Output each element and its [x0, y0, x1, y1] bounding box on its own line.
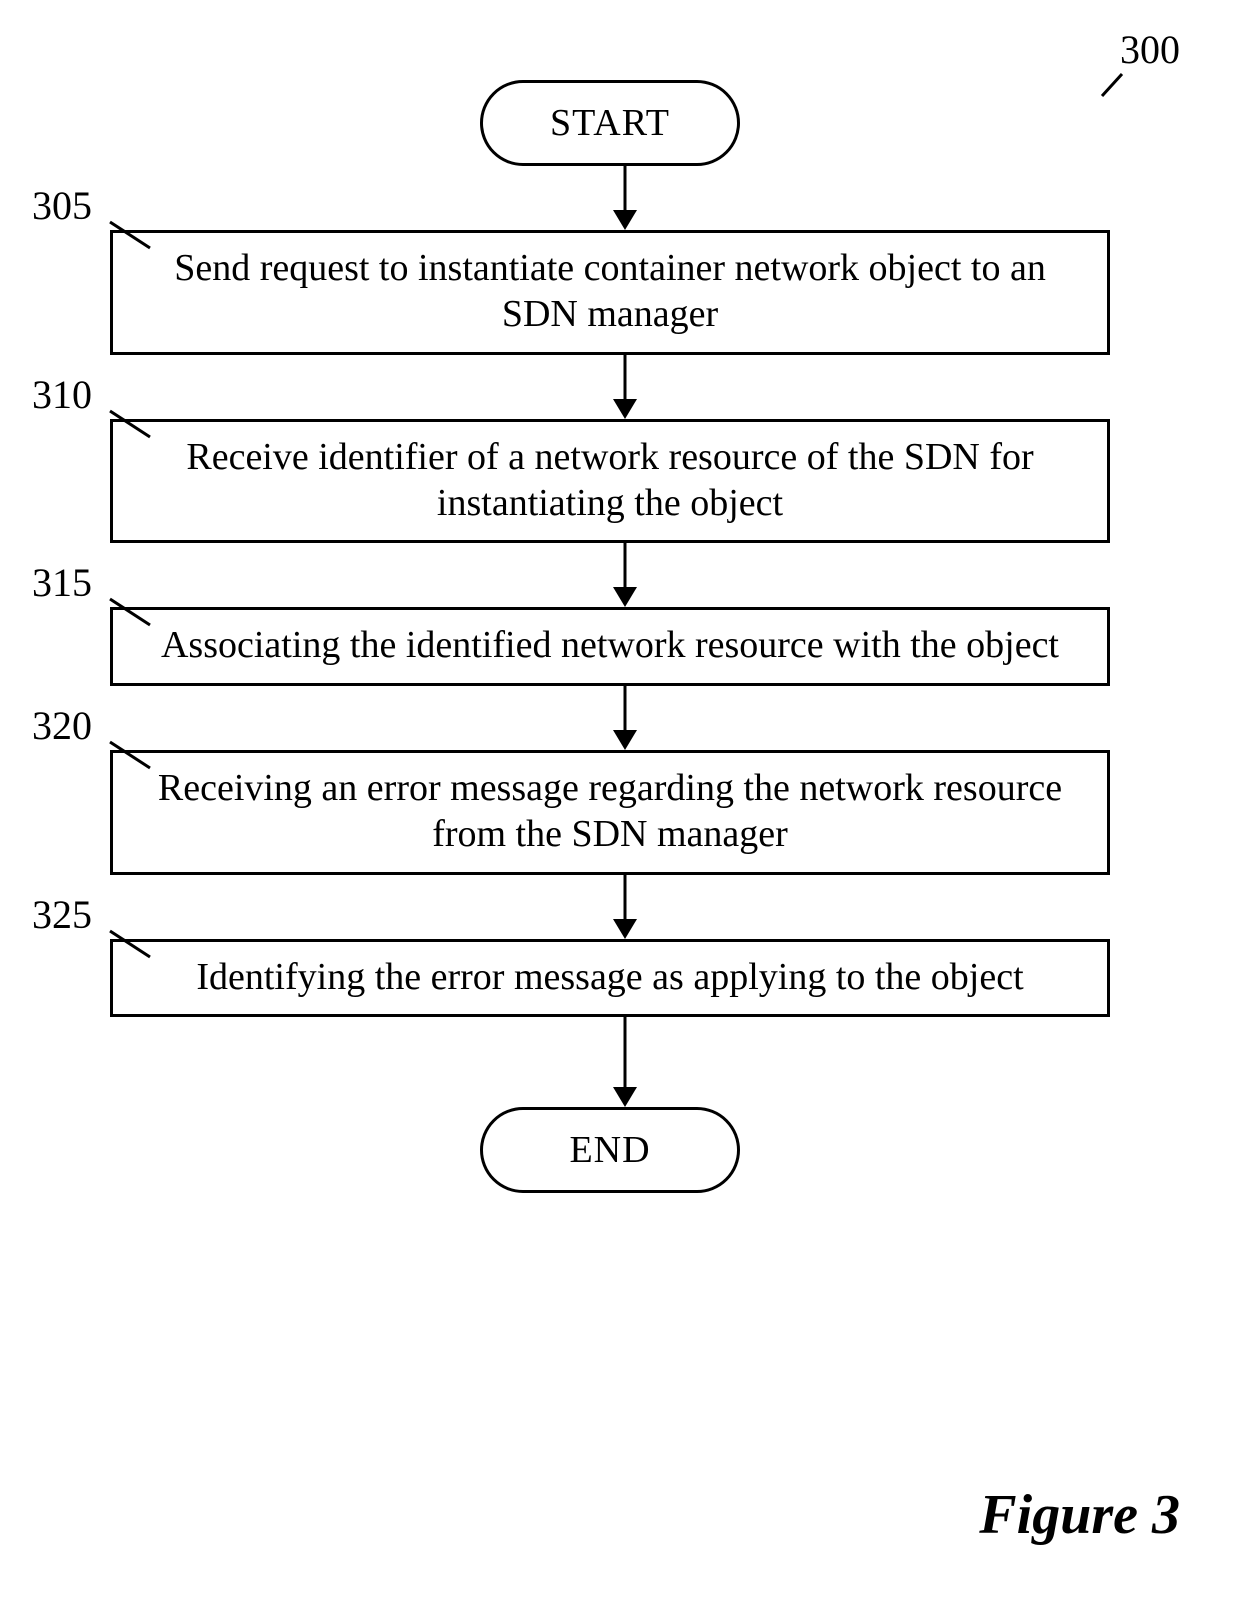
lead-line-icon — [108, 740, 152, 770]
step-315: 315 Associating the identified network r… — [60, 607, 1160, 685]
step-text: Receive identifier of a network resource… — [186, 436, 1033, 524]
flowchart: START 305 Send request to instantiate co… — [60, 80, 1160, 1193]
step-text: Associating the identified network resou… — [161, 624, 1059, 666]
process-box: Receive identifier of a network resource… — [110, 419, 1110, 544]
step-ref: 310 — [32, 371, 92, 418]
lead-line-icon — [108, 929, 152, 959]
step-305: 305 Send request to instantiate containe… — [60, 230, 1160, 355]
process-box: Associating the identified network resou… — [110, 607, 1110, 685]
figure-reference-number: 300 — [1120, 27, 1180, 72]
step-ref: 325 — [32, 891, 92, 938]
step-text: Receiving an error message regarding the… — [158, 767, 1062, 855]
step-ref: 305 — [32, 182, 92, 229]
lead-line-icon — [108, 597, 152, 627]
figure-reference: 300 — [1120, 26, 1180, 73]
process-box: Receiving an error message regarding the… — [110, 750, 1110, 875]
flowchart-figure: 300 START 305 Send request to instantiat… — [0, 0, 1240, 1621]
step-ref: 315 — [32, 559, 92, 606]
start-terminator: START — [480, 80, 740, 166]
process-box: Identifying the error message as applyin… — [110, 939, 1110, 1017]
process-box: Send request to instantiate container ne… — [110, 230, 1110, 355]
step-320: 320 Receiving an error message regarding… — [60, 750, 1160, 875]
end-terminator: END — [480, 1107, 740, 1193]
step-text: Send request to instantiate container ne… — [174, 247, 1046, 335]
figure-caption: Figure 3 — [979, 1483, 1180, 1547]
step-text: Identifying the error message as applyin… — [196, 956, 1023, 998]
lead-line-icon — [108, 220, 152, 250]
step-ref: 320 — [32, 702, 92, 749]
end-label: END — [569, 1128, 650, 1172]
start-label: START — [550, 101, 670, 145]
step-325: 325 Identifying the error message as app… — [60, 939, 1160, 1017]
lead-line-icon — [108, 409, 152, 439]
step-310: 310 Receive identifier of a network reso… — [60, 419, 1160, 544]
